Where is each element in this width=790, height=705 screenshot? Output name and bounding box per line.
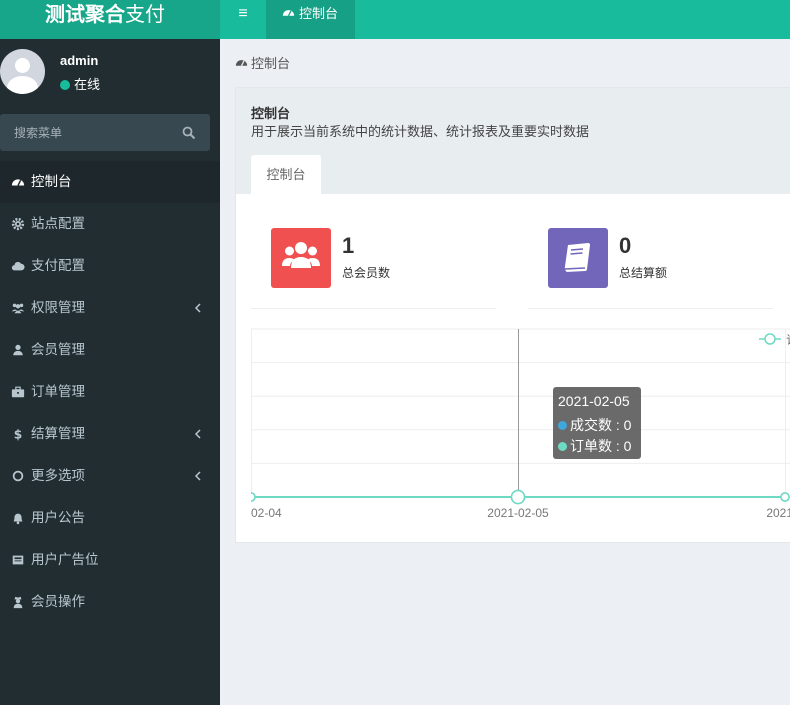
briefcase-icon (11, 386, 25, 398)
sidebar-item-settlement[interactable]: $ 结算管理 (0, 413, 220, 455)
top-tab-dashboard[interactable]: 控制台 (266, 0, 355, 39)
panel-description: 用于展示当前系统中的统计数据、统计报表及重要实时数据 (251, 124, 590, 139)
chart-svg: 2021-02-04 2021-02-05 2021-0 订 (220, 328, 790, 520)
sidebar-search (0, 114, 210, 151)
stat-icon-box (548, 228, 608, 288)
menu-toggle-icon[interactable]: ≡ (228, 0, 258, 39)
series-point (246, 492, 256, 502)
x-tick-label: 2021-0 (766, 506, 790, 520)
chart-tooltip: 2021-02-05 成交数 : 0 订单数 : 0 (553, 387, 641, 459)
bell-icon (13, 513, 23, 525)
dashboard-icon (282, 10, 295, 17)
chevron-left-icon (194, 429, 201, 439)
sidebar-item-member-actions[interactable]: 会员操作 (0, 581, 220, 623)
dashboard-icon (11, 179, 25, 186)
chevron-left-icon (194, 471, 201, 481)
user-panel: admin 在线 (0, 39, 220, 107)
user-name: admin (60, 53, 99, 68)
sidebar-item-announcements[interactable]: 用户公告 (0, 497, 220, 539)
sidebar-item-ad-slots[interactable]: 用户广告位 (0, 539, 220, 581)
sidebar-item-label: 结算管理 (31, 426, 85, 441)
stat-divider (528, 308, 773, 309)
stat-card-settlement: 0 总结算额 (528, 228, 773, 309)
online-dot-icon (60, 80, 70, 90)
tooltip-series-name: 成交数 (570, 417, 612, 433)
chevron-left-icon (194, 303, 201, 313)
stat-label: 总结算额 (619, 266, 668, 280)
sidebar-item-label: 会员操作 (31, 594, 85, 609)
legend-marker (764, 333, 776, 345)
stat-label: 总会员数 (342, 266, 391, 280)
user-status-text: 在线 (74, 77, 101, 92)
sidebar-item-label: 控制台 (31, 174, 72, 189)
user-status: 在线 (60, 74, 100, 93)
avatar[interactable] (0, 49, 45, 94)
line-chart: 2021-02-04 2021-02-05 2021-0 订 2021-02-05 成… (220, 328, 790, 528)
sidebar-item-dashboard[interactable]: 控制台 (0, 161, 220, 203)
logo-rest-text: 支付 (125, 4, 165, 26)
top-tab-label: 控制台 (299, 6, 339, 21)
series-point (510, 489, 526, 505)
stat-value: 1 (342, 233, 355, 258)
series-dot-icon (558, 442, 567, 451)
main-content: 控制台 控制台 用于展示当前系统中的统计数据、统计报表及重要实时数据 控制台 1… (220, 39, 790, 705)
cloud-icon (11, 261, 25, 271)
tab-dashboard[interactable]: 控制台 (251, 155, 321, 194)
sidebar-item-site-config[interactable]: 站点配置 (0, 203, 220, 245)
sidebar-menu: 控制台 站点配置 支付配置 权限管理 会员管理 订单管理 $ 结算管理 更多选项… (0, 161, 220, 623)
group-icon (11, 303, 25, 314)
stat-icon-box (271, 228, 331, 288)
logo[interactable]: 测试聚合支付 (0, 0, 220, 39)
sidebar-item-orders[interactable]: 订单管理 (0, 371, 220, 413)
user-icon (13, 344, 23, 356)
stat-card-members: 1 总会员数 (251, 228, 496, 309)
newspaper-icon (12, 555, 24, 565)
dashboard-icon (235, 60, 248, 67)
sidebar-item-label: 支付配置 (31, 258, 85, 273)
series-dot-icon (558, 421, 567, 430)
sidebar-item-label: 会员管理 (31, 342, 85, 357)
search-input[interactable] (0, 114, 175, 151)
tooltip-series-value: 0 (623, 438, 632, 454)
tooltip-row: 成交数 : 0 (558, 415, 631, 435)
circle-icon (12, 470, 24, 482)
tooltip-separator: : (612, 417, 624, 433)
tooltip-date: 2021-02-05 (558, 393, 630, 409)
panel-heading: 控制台 用于展示当前系统中的统计数据、统计报表及重要实时数据 控制台 (236, 88, 790, 194)
panel-title: 控制台 (251, 106, 291, 121)
sidebar-item-members[interactable]: 会员管理 (0, 329, 220, 371)
tooltip-series-value: 0 (623, 417, 632, 433)
logo-bold-text: 测试聚合 (45, 4, 125, 26)
sidebar-item-label: 站点配置 (31, 216, 85, 231)
sidebar-item-more-options[interactable]: 更多选项 (0, 455, 220, 497)
sidebar-item-label: 用户广告位 (31, 552, 99, 567)
sidebar-item-label: 订单管理 (31, 384, 85, 399)
search-icon[interactable] (182, 126, 196, 140)
top-navbar: 测试聚合支付 ≡ 控制台 (0, 0, 790, 39)
sidebar-item-label: 用户公告 (31, 510, 85, 525)
dashboard-panel: 控制台 用于展示当前系统中的统计数据、统计报表及重要实时数据 控制台 1 总会员… (220, 87, 790, 543)
svg-text:$: $ (14, 427, 23, 441)
tooltip-separator: : (612, 438, 624, 454)
breadcrumb: 控制台 (235, 53, 290, 72)
dollar-icon: $ (14, 427, 23, 441)
breadcrumb-label[interactable]: 控制台 (251, 56, 290, 71)
sidebar-item-label: 更多选项 (31, 468, 85, 483)
series-point (780, 492, 790, 502)
sidebar: admin 在线 控制台 站点配置 (0, 39, 220, 705)
tooltip-row: 订单数 : 0 (558, 436, 631, 456)
user-secret-icon (13, 596, 23, 609)
stat-value: 0 (619, 233, 632, 258)
sidebar-item-permissions[interactable]: 权限管理 (0, 287, 220, 329)
tooltip-series-name: 订单数 (570, 438, 612, 454)
legend-label: 订 (786, 333, 790, 347)
x-tick-label: 2021-02-04 (251, 506, 282, 520)
users-icon (282, 242, 320, 268)
book-icon (563, 243, 590, 273)
gear-icon (11, 217, 25, 231)
stat-divider (251, 308, 496, 309)
x-tick-label: 2021-02-05 (487, 506, 549, 520)
sidebar-item-payment-config[interactable]: 支付配置 (0, 245, 220, 287)
sidebar-item-label: 权限管理 (31, 300, 85, 315)
